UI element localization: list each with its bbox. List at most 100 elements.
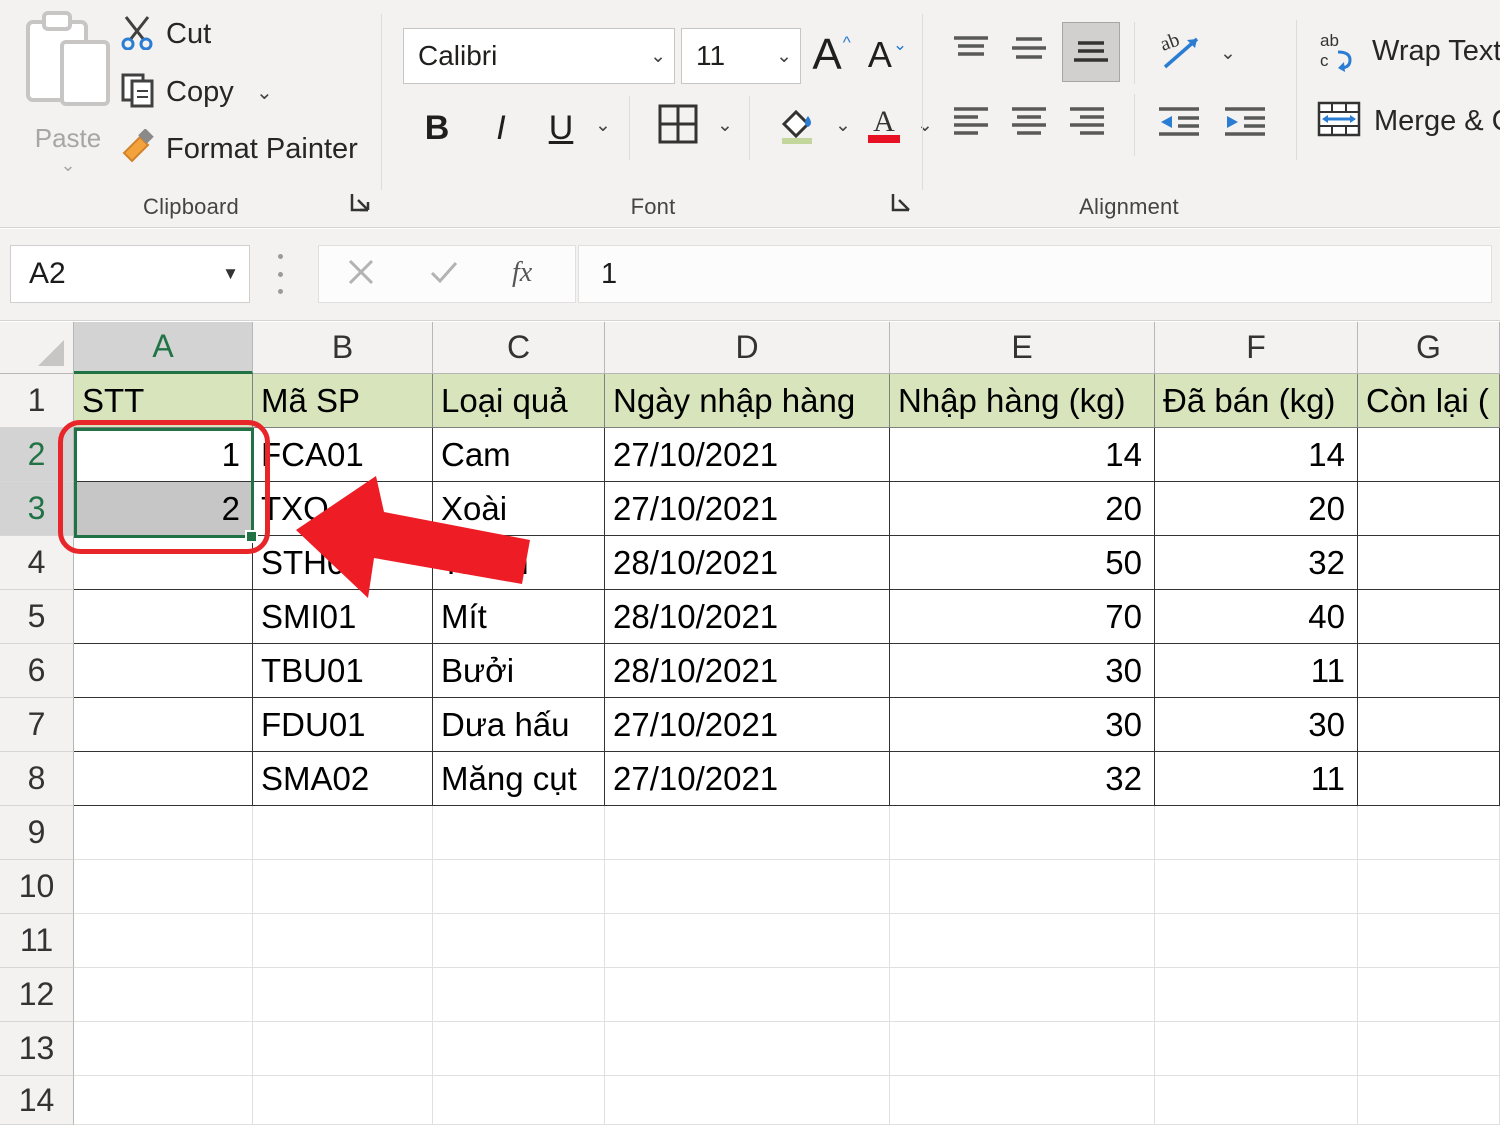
cell-A1[interactable]: STT: [74, 374, 253, 428]
fx-icon[interactable]: fx: [510, 254, 550, 295]
row-header-10[interactable]: 10: [0, 860, 74, 914]
fill-color-button[interactable]: [771, 98, 825, 154]
cell-D9[interactable]: [605, 806, 890, 860]
cell-B10[interactable]: [253, 860, 433, 914]
cell-F13[interactable]: [1155, 1022, 1358, 1076]
cell-E3[interactable]: 20: [890, 482, 1155, 536]
clipboard-dialog-launcher-icon[interactable]: [348, 190, 374, 216]
copy-button[interactable]: Copy: [120, 66, 234, 118]
cell-F5[interactable]: 40: [1155, 590, 1358, 644]
paste-chevron-down-icon[interactable]: ⌄: [18, 156, 118, 174]
cell-G1[interactable]: Còn lại (: [1358, 374, 1500, 428]
cell-B1[interactable]: Mã SP: [253, 374, 433, 428]
row-header-11[interactable]: 11: [0, 914, 74, 968]
column-header-f[interactable]: F: [1155, 322, 1358, 374]
cell-G6[interactable]: [1358, 644, 1500, 698]
cell-B13[interactable]: [253, 1022, 433, 1076]
cell-F6[interactable]: 11: [1155, 644, 1358, 698]
underline-button[interactable]: U: [537, 102, 585, 154]
cell-C4[interactable]: Thơm: [433, 536, 605, 590]
cell-D7[interactable]: 27/10/2021: [605, 698, 890, 752]
enter-icon[interactable]: [427, 255, 461, 294]
align-left-button[interactable]: [946, 100, 996, 146]
name-box-chevron-down-icon[interactable]: ▼: [222, 264, 239, 284]
cell-A4[interactable]: [74, 536, 253, 590]
cell-B8[interactable]: SMA02: [253, 752, 433, 806]
borders-chevron-down-icon[interactable]: ⌄: [717, 114, 733, 137]
increase-indent-button[interactable]: [1216, 100, 1274, 146]
row-header-8[interactable]: 8: [0, 752, 74, 806]
cell-G12[interactable]: [1358, 968, 1500, 1022]
cell-A14[interactable]: [74, 1076, 253, 1125]
paste-button[interactable]: Paste ⌄: [18, 10, 118, 175]
formula-bar-grip[interactable]: [277, 254, 283, 294]
cell-C14[interactable]: [433, 1076, 605, 1125]
bold-button[interactable]: B: [413, 102, 461, 154]
borders-button[interactable]: [651, 98, 705, 154]
copy-chevron-down-icon[interactable]: ⌄: [256, 80, 273, 105]
cell-D10[interactable]: [605, 860, 890, 914]
cell-C6[interactable]: Bưởi: [433, 644, 605, 698]
formula-input[interactable]: 1: [578, 245, 1492, 303]
cell-F12[interactable]: [1155, 968, 1358, 1022]
cell-B9[interactable]: [253, 806, 433, 860]
cell-G2[interactable]: [1358, 428, 1500, 482]
cell-E2[interactable]: 14: [890, 428, 1155, 482]
row-header-13[interactable]: 13: [0, 1022, 74, 1076]
cell-B3[interactable]: TXO: [253, 482, 433, 536]
cell-E14[interactable]: [890, 1076, 1155, 1125]
cell-C2[interactable]: Cam: [433, 428, 605, 482]
row-header-3[interactable]: 3: [0, 482, 74, 536]
cell-C12[interactable]: [433, 968, 605, 1022]
cell-C5[interactable]: Mít: [433, 590, 605, 644]
font-size-chevron-down-icon[interactable]: ⌄: [776, 45, 792, 68]
cell-G5[interactable]: [1358, 590, 1500, 644]
cell-E13[interactable]: [890, 1022, 1155, 1076]
cell-B5[interactable]: SMI01: [253, 590, 433, 644]
cell-F2[interactable]: 14: [1155, 428, 1358, 482]
row-header-1[interactable]: 1: [0, 374, 74, 428]
cell-C11[interactable]: [433, 914, 605, 968]
cell-D5[interactable]: 28/10/2021: [605, 590, 890, 644]
font-name-chevron-down-icon[interactable]: ⌄: [650, 45, 666, 68]
cell-E10[interactable]: [890, 860, 1155, 914]
row-header-9[interactable]: 9: [0, 806, 74, 860]
cell-B2[interactable]: FCA01: [253, 428, 433, 482]
row-header-6[interactable]: 6: [0, 644, 74, 698]
cell-A3[interactable]: 2: [74, 482, 253, 536]
cell-D4[interactable]: 28/10/2021: [605, 536, 890, 590]
cell-F7[interactable]: 30: [1155, 698, 1358, 752]
row-header-14[interactable]: 14: [0, 1076, 74, 1125]
cell-E11[interactable]: [890, 914, 1155, 968]
cell-E7[interactable]: 30: [890, 698, 1155, 752]
cell-A7[interactable]: [74, 698, 253, 752]
row-header-4[interactable]: 4: [0, 536, 74, 590]
row-header-12[interactable]: 12: [0, 968, 74, 1022]
italic-button[interactable]: I: [477, 102, 525, 154]
cell-E8[interactable]: 32: [890, 752, 1155, 806]
column-header-e[interactable]: E: [890, 322, 1155, 374]
cell-D3[interactable]: 27/10/2021: [605, 482, 890, 536]
row-header-7[interactable]: 7: [0, 698, 74, 752]
column-header-c[interactable]: C: [433, 322, 605, 374]
column-header-a[interactable]: A: [74, 322, 253, 374]
decrease-font-size-button[interactable]: A ⌄: [863, 26, 911, 84]
cell-G14[interactable]: [1358, 1076, 1500, 1125]
cell-D11[interactable]: [605, 914, 890, 968]
cell-B11[interactable]: [253, 914, 433, 968]
cell-D14[interactable]: [605, 1076, 890, 1125]
cell-A2[interactable]: 1: [74, 428, 253, 482]
merge-center-button[interactable]: Merge & Cente: [1316, 98, 1500, 145]
font-size-input[interactable]: 11 ⌄: [681, 28, 801, 84]
cell-E1[interactable]: Nhập hàng (kg): [890, 374, 1155, 428]
cell-G7[interactable]: [1358, 698, 1500, 752]
cell-E5[interactable]: 70: [890, 590, 1155, 644]
cell-C1[interactable]: Loại quả: [433, 374, 605, 428]
cell-C8[interactable]: Măng cụt: [433, 752, 605, 806]
row-header-2[interactable]: 2: [0, 428, 74, 482]
cell-D8[interactable]: 27/10/2021: [605, 752, 890, 806]
cell-C10[interactable]: [433, 860, 605, 914]
cell-G13[interactable]: [1358, 1022, 1500, 1076]
cell-F14[interactable]: [1155, 1076, 1358, 1125]
cell-G9[interactable]: [1358, 806, 1500, 860]
